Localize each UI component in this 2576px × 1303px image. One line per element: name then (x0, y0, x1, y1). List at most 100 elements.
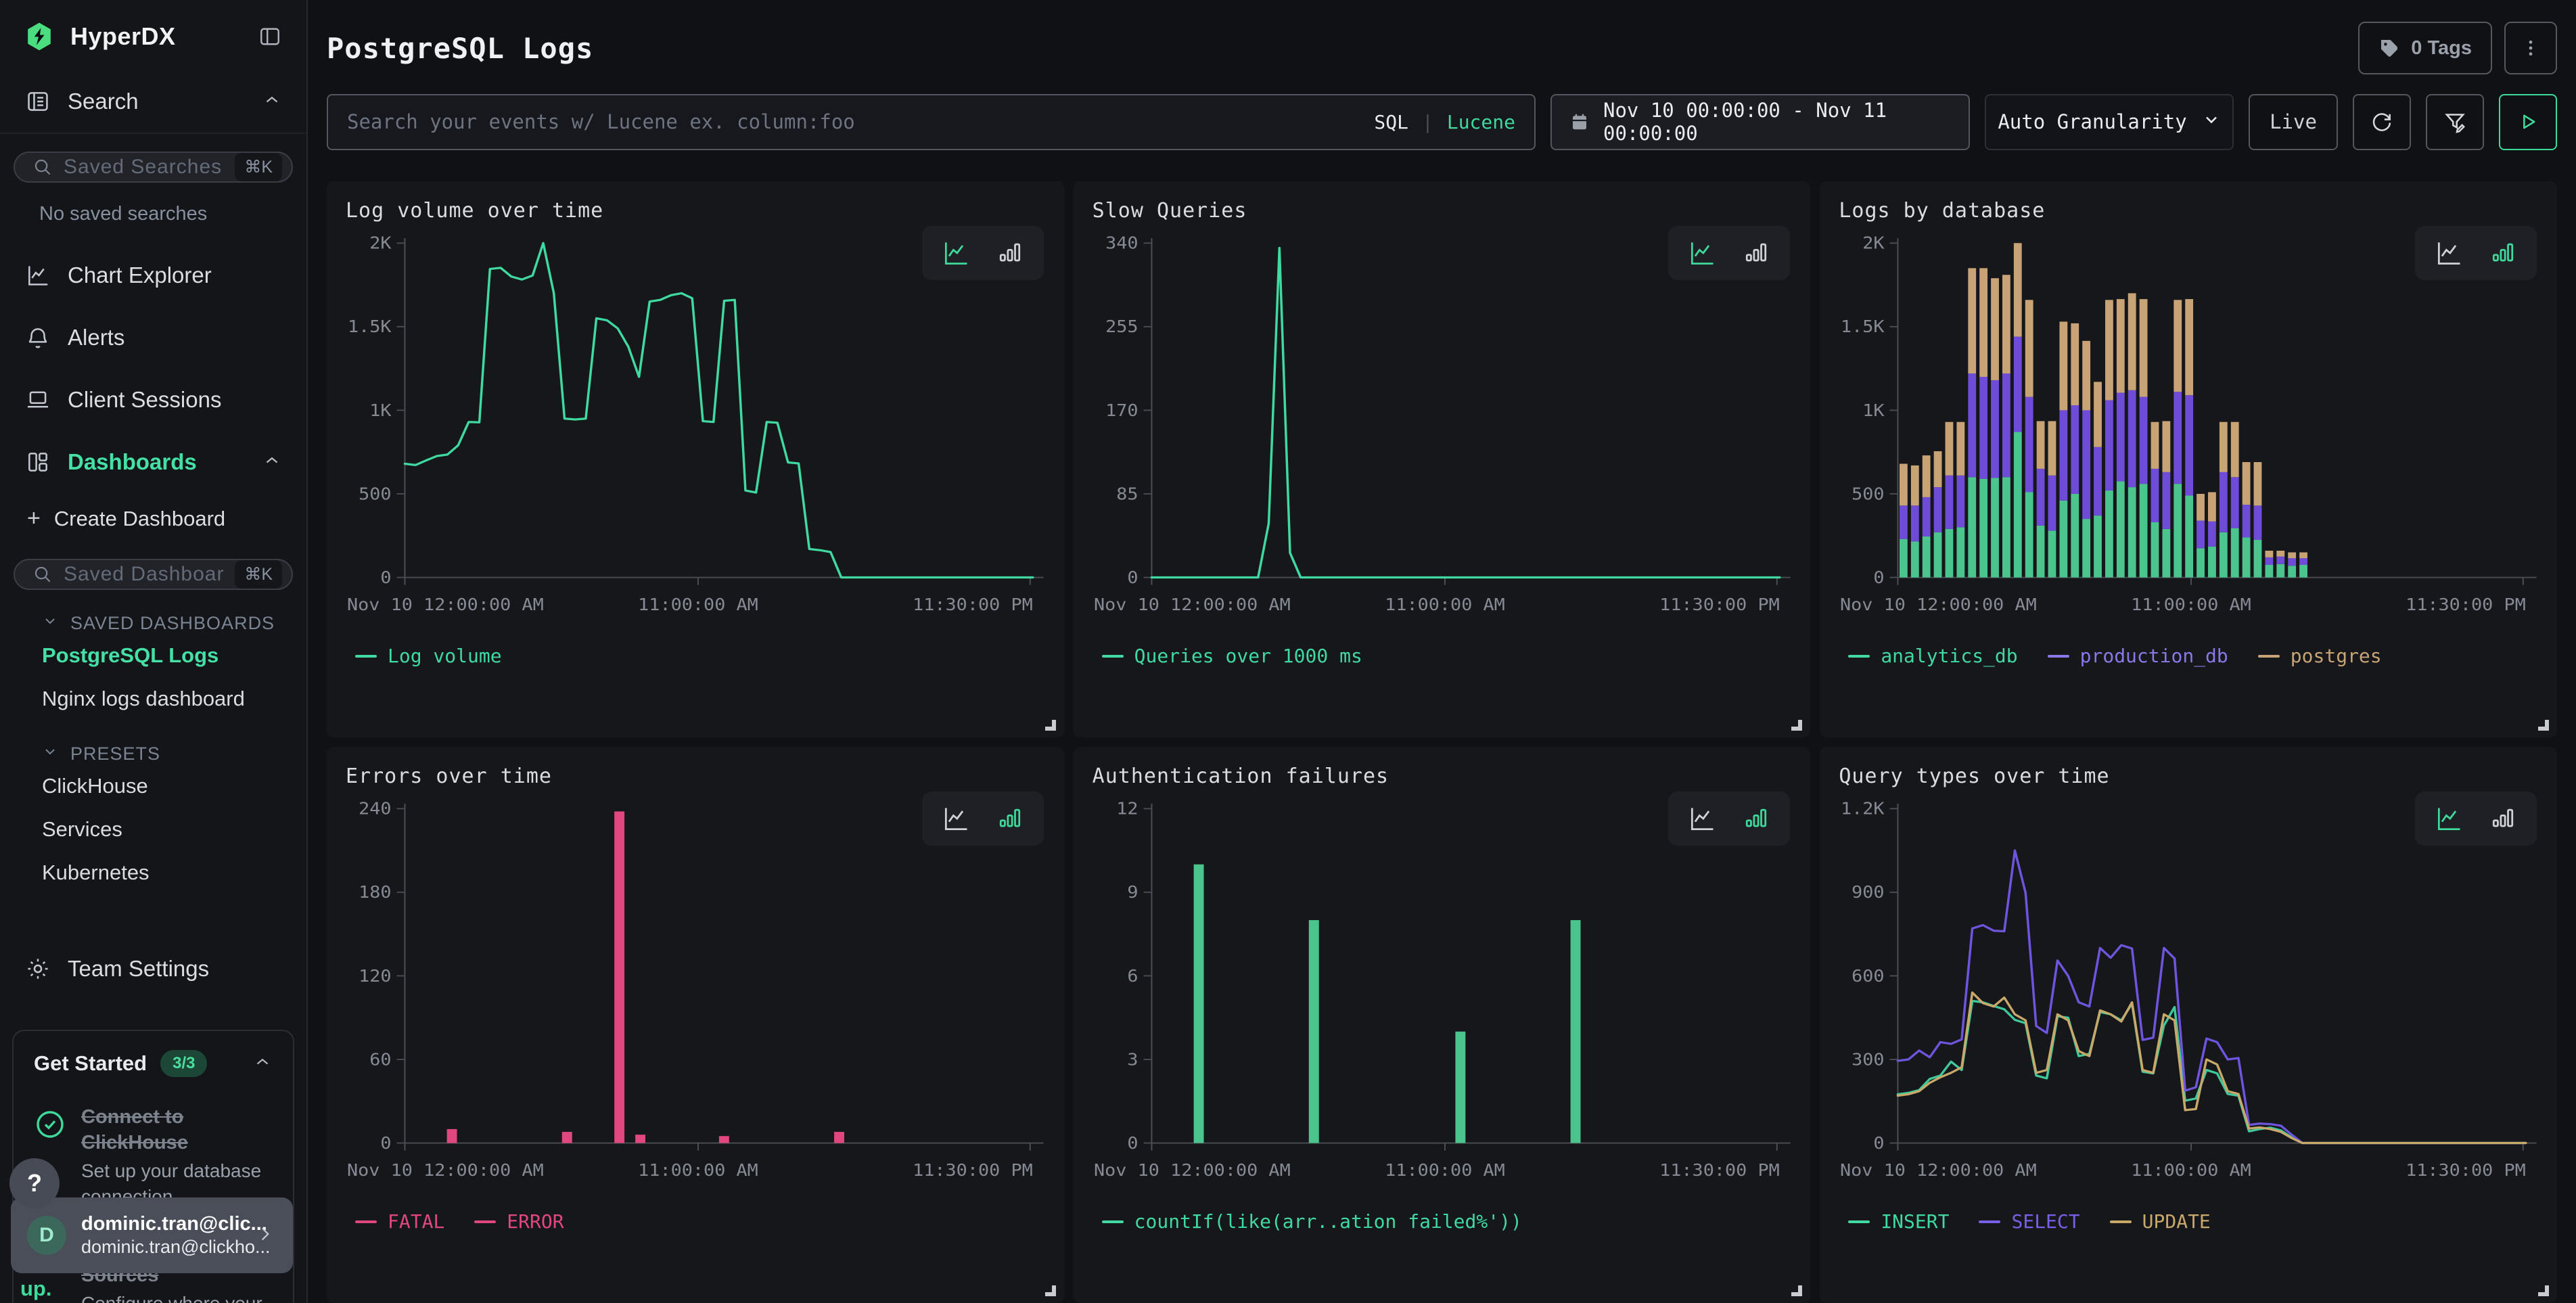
date-range-picker[interactable]: Nov 10 00:00:00 - Nov 11 00:00:00 (1550, 94, 1970, 150)
resize-handle-icon[interactable] (1791, 720, 1802, 731)
line-chart-icon (24, 262, 51, 289)
chart-card: Authentication failures 036912Nov 10 12:… (1074, 747, 1811, 1303)
refresh-button[interactable] (2353, 94, 2411, 150)
sidebar-item-clickhouse[interactable]: ClickHouse (0, 764, 306, 808)
bar-chart-icon[interactable] (1741, 804, 1771, 833)
sidebar-item-chart-explorer[interactable]: Chart Explorer (0, 244, 306, 306)
resize-handle-icon[interactable] (1045, 720, 1056, 731)
line-chart-icon[interactable] (1687, 804, 1717, 833)
chart-card: Log volume over time 05001K1.5K2KNov 10 … (327, 181, 1064, 737)
run-query-button[interactable] (2499, 94, 2557, 150)
sidebar-item-team-settings[interactable]: Team Settings (0, 938, 306, 1000)
event-search-box[interactable]: SQL | Lucene (327, 94, 1536, 150)
svg-text:11:00:00 AM: 11:00:00 AM (2131, 595, 2251, 615)
line-chart-icon[interactable] (1687, 238, 1717, 268)
plus-icon: + (27, 505, 41, 532)
chart-title: Slow Queries (1092, 199, 1792, 223)
create-dashboard-button[interactable]: + Create Dashboard (0, 493, 306, 541)
event-search-input[interactable] (347, 110, 1360, 133)
lang-separator: | (1422, 111, 1433, 133)
live-button[interactable]: Live (2249, 94, 2338, 150)
resize-handle-icon[interactable] (2538, 1285, 2549, 1296)
legend-dash (1848, 655, 1870, 658)
svg-text:60: 60 (369, 1050, 391, 1070)
sidebar-item-postgresql-logs[interactable]: PostgreSQL Logs (0, 634, 306, 677)
lucene-toggle[interactable]: Lucene (1447, 111, 1515, 133)
chart-legend: countIf(like(arr..ation failed%')) (1092, 1210, 1792, 1233)
chart-type-toggle (2415, 792, 2537, 846)
chevron-up-icon (262, 90, 282, 114)
saved-dashboards-input[interactable] (64, 563, 224, 586)
chart-legend: FATALERROR (346, 1210, 1045, 1233)
no-saved-searches-text: No saved searches (39, 203, 306, 225)
bar-chart-icon[interactable] (1741, 238, 1771, 268)
sidebar-item-label: Client Sessions (68, 387, 282, 413)
svg-text:11:30:00 PM: 11:30:00 PM (2406, 1161, 2526, 1181)
chart-type-toggle (922, 792, 1044, 846)
chevron-up-icon[interactable] (252, 1052, 273, 1076)
svg-text:120: 120 (359, 967, 391, 986)
section-saved-dashboards[interactable]: SAVED DASHBOARDS (42, 613, 306, 634)
bar-chart-icon[interactable] (2488, 238, 2518, 268)
sql-toggle[interactable]: SQL (1374, 111, 1408, 133)
svg-text:0: 0 (1874, 568, 1885, 588)
saved-searches-search[interactable]: ⌘K (14, 152, 293, 183)
filter-button[interactable] (2426, 94, 2484, 150)
sidebar-item-dashboards[interactable]: Dashboards (0, 431, 306, 493)
kebab-menu-button[interactable] (2504, 22, 2557, 74)
svg-text:11:30:00 PM: 11:30:00 PM (1659, 1161, 1780, 1181)
chart-card: Query types over time 03006009001.2KNov … (1820, 747, 2557, 1303)
svg-text:1K: 1K (1863, 401, 1885, 421)
legend-item: Queries over 1000 ms (1102, 645, 1362, 667)
line-chart-icon[interactable] (941, 238, 971, 268)
svg-text:3: 3 (1127, 1050, 1138, 1070)
line-chart-icon[interactable] (2434, 238, 2464, 268)
chart-type-toggle (922, 226, 1044, 280)
sidebar-item-alerts[interactable]: Alerts (0, 306, 306, 369)
user-menu[interactable]: D dominic.tran@clic... dominic.tran@clic… (11, 1197, 293, 1273)
svg-text:180: 180 (359, 883, 391, 902)
svg-text:0: 0 (1127, 568, 1138, 588)
chart-plot: 05001K1.5K2KNov 10 12:00:00 AM11:00:00 A… (346, 228, 1045, 635)
line-chart-icon[interactable] (941, 804, 971, 833)
saved-searches-input[interactable] (64, 156, 224, 179)
svg-text:85: 85 (1116, 484, 1138, 504)
sidebar-item-kubernetes[interactable]: Kubernetes (0, 851, 306, 894)
chart-title: Query types over time (1839, 764, 2538, 788)
sidebar-item-search[interactable]: Search (0, 70, 306, 133)
sidebar-collapse-icon[interactable] (256, 23, 283, 50)
resize-handle-icon[interactable] (1045, 1285, 1056, 1296)
legend-label: analytics_db (1881, 645, 2017, 667)
bar-chart-icon[interactable] (995, 238, 1025, 268)
legend-item: postgres (2258, 645, 2382, 667)
saved-dashboards-search[interactable]: ⌘K (14, 559, 293, 590)
calendar-icon (1569, 112, 1590, 132)
help-button[interactable]: ? (9, 1158, 60, 1208)
svg-text:1K: 1K (369, 401, 392, 421)
chart-plot: 085170255340Nov 10 12:00:00 AM11:00:00 A… (1092, 228, 1792, 635)
line-chart-icon[interactable] (2434, 804, 2464, 833)
legend-item: UPDATE (2110, 1210, 2211, 1233)
chevron-up-icon (262, 451, 282, 474)
chart-plot: 05001K1.5K2KNov 10 12:00:00 AM11:00:00 A… (1839, 228, 2538, 635)
sidebar-item-nginx-dashboard[interactable]: Nginx logs dashboard (0, 677, 306, 721)
create-dashboard-label: Create Dashboard (54, 507, 225, 531)
svg-text:11:00:00 AM: 11:00:00 AM (638, 1161, 758, 1181)
svg-text:0: 0 (380, 568, 391, 588)
checklist-item[interactable]: Connect to ClickHouse Set up your databa… (34, 1104, 273, 1210)
resize-handle-icon[interactable] (1791, 1285, 1802, 1296)
svg-text:1.2K: 1.2K (1841, 799, 1885, 819)
chart-legend: INSERTSELECTUPDATE (1839, 1210, 2538, 1233)
section-presets[interactable]: PRESETS (42, 744, 306, 764)
sidebar-item-label: Team Settings (68, 956, 282, 982)
legend-label: ERROR (507, 1210, 564, 1233)
svg-text:11:30:00 PM: 11:30:00 PM (913, 595, 1033, 615)
sidebar-item-client-sessions[interactable]: Client Sessions (0, 369, 306, 431)
resize-handle-icon[interactable] (2538, 720, 2549, 731)
sidebar-item-services[interactable]: Services (0, 808, 306, 851)
sidebar-item-label: Dashboards (68, 449, 246, 475)
bar-chart-icon[interactable] (995, 804, 1025, 833)
tags-button[interactable]: 0 Tags (2358, 22, 2492, 74)
bar-chart-icon[interactable] (2488, 804, 2518, 833)
granularity-select[interactable]: Auto Granularity (1985, 94, 2234, 150)
